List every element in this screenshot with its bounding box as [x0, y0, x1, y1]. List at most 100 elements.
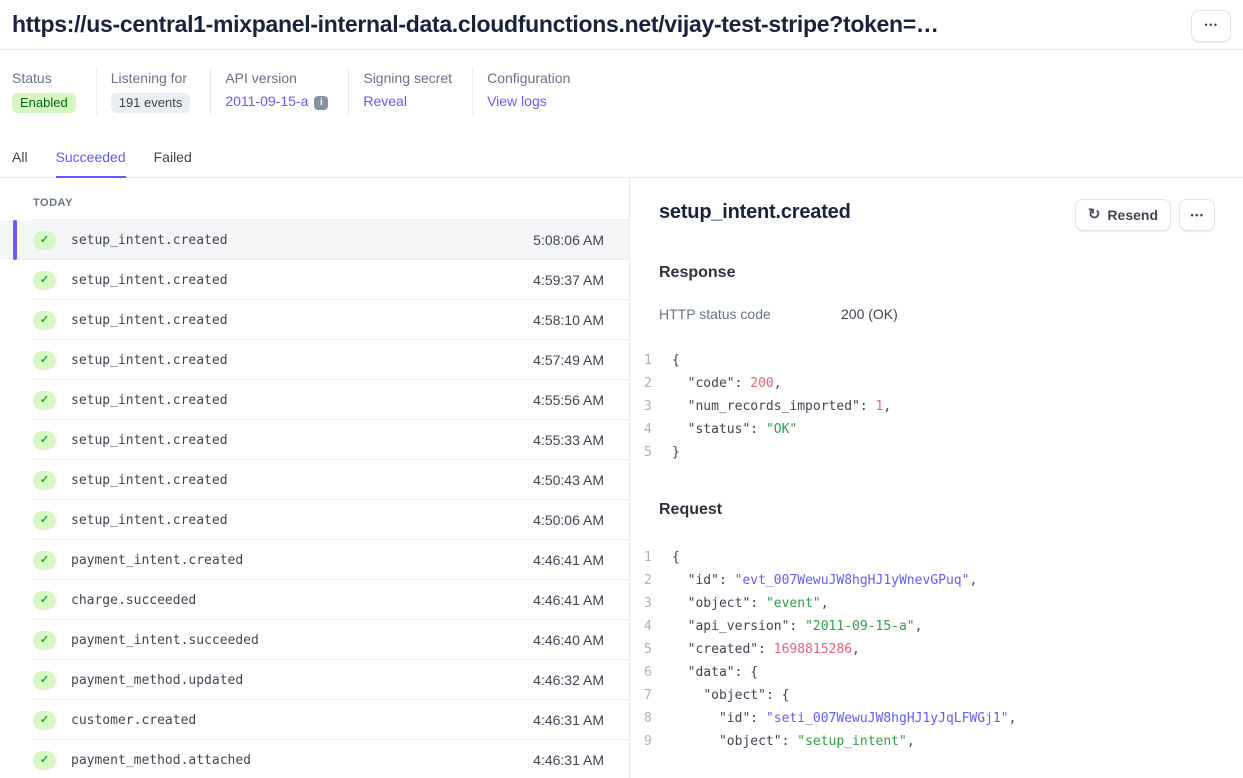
line-number: 5: [644, 638, 658, 661]
events-count-badge: 191 events: [111, 93, 191, 113]
code-line: 5}: [644, 441, 1215, 464]
event-type: payment_intent.succeeded: [71, 633, 259, 648]
line-number: 2: [644, 372, 658, 395]
line-number: 9: [644, 730, 658, 753]
event-type: setup_intent.created: [71, 433, 228, 448]
check-glyph: ✓: [40, 515, 49, 526]
code-line: 4 "api_version": "2011-09-15-a",: [644, 615, 1215, 638]
group-header-label: TODAY: [33, 197, 73, 209]
resend-button[interactable]: ↻ Resend: [1075, 199, 1171, 231]
success-check-icon: ✓: [33, 231, 56, 250]
event-row[interactable]: ✓ customer.created 4:46:31 AM: [0, 700, 629, 740]
response-code-block: 1{2 "code": 200,3 "num_records_imported"…: [644, 349, 1215, 464]
line-number: 6: [644, 661, 658, 684]
line-number: 4: [644, 615, 658, 638]
event-filter-tabs: All Succeeded Failed: [0, 149, 1243, 178]
main-content: TODAY ✓ setup_intent.created 5:08:06 AM …: [0, 178, 1243, 778]
code-line: 8 "id": "seti_007WewuJW8hgHJ1yJqLFWGj1",: [644, 707, 1215, 730]
status-bar: Status Enabled Listening for 191 events …: [12, 68, 1243, 115]
event-row[interactable]: ✓ setup_intent.created 4:50:43 AM: [0, 460, 629, 500]
code-line: 2 "id": "evt_007WewuJW8hgHJ1yWnevGPuq",: [644, 569, 1215, 592]
event-type: payment_intent.created: [71, 553, 243, 568]
code-line: 4 "status": "OK": [644, 418, 1215, 441]
check-glyph: ✓: [40, 715, 49, 726]
check-glyph: ✓: [40, 435, 49, 446]
page-header: https://us-central1-mixpanel-internal-da…: [0, 0, 1243, 50]
status-cell-configuration: Configuration View logs: [472, 68, 590, 115]
configuration-label: Configuration: [487, 70, 570, 86]
success-check-icon: ✓: [33, 391, 56, 410]
success-check-icon: ✓: [33, 551, 56, 570]
success-check-icon: ✓: [33, 751, 56, 770]
listening-for-label: Listening for: [111, 70, 191, 86]
status-cell-listening: Listening for 191 events: [96, 68, 211, 115]
line-number: 1: [644, 349, 658, 372]
event-row[interactable]: ✓ setup_intent.created 4:50:06 AM: [0, 500, 629, 540]
event-row[interactable]: ✓ setup_intent.created 4:59:37 AM: [0, 260, 629, 300]
event-time: 4:58:10 AM: [533, 312, 604, 328]
status-cell-api-version: API version 2011-09-15-a i: [210, 68, 348, 115]
event-row[interactable]: ✓ setup_intent.created 5:08:06 AM: [0, 220, 629, 260]
code-line: 1{: [644, 546, 1215, 569]
event-list-pane: TODAY ✓ setup_intent.created 5:08:06 AM …: [0, 178, 630, 778]
event-row[interactable]: ✓ setup_intent.created 4:55:33 AM: [0, 420, 629, 460]
success-check-icon: ✓: [33, 311, 56, 330]
event-row[interactable]: ✓ payment_method.updated 4:46:32 AM: [0, 660, 629, 700]
request-section-heading: Request: [659, 501, 1215, 519]
event-time: 4:46:40 AM: [533, 632, 604, 648]
event-type: setup_intent.created: [71, 513, 228, 528]
check-glyph: ✓: [40, 635, 49, 646]
status-label: Status: [12, 70, 76, 86]
reveal-secret-link[interactable]: Reveal: [363, 93, 407, 109]
view-logs-link[interactable]: View logs: [487, 93, 547, 109]
event-row[interactable]: ✓ payment_method.attached 4:46:31 AM: [0, 740, 629, 778]
webhook-endpoint-page: https://us-central1-mixpanel-internal-da…: [0, 0, 1243, 778]
api-version-label: API version: [225, 70, 328, 86]
event-time: 4:46:31 AM: [533, 712, 604, 728]
resend-icon: ↻: [1088, 207, 1101, 222]
event-type: setup_intent.created: [71, 233, 228, 248]
response-section-heading: Response: [659, 264, 1215, 282]
code-line: 7 "object": {: [644, 684, 1215, 707]
check-glyph: ✓: [40, 395, 49, 406]
event-time: 4:46:41 AM: [533, 552, 604, 568]
event-row[interactable]: ✓ setup_intent.created 4:58:10 AM: [0, 300, 629, 340]
detail-more-button[interactable]: •••: [1179, 199, 1215, 231]
event-type: setup_intent.created: [71, 393, 228, 408]
code-line: 3 "num_records_imported": 1,: [644, 395, 1215, 418]
tab-failed[interactable]: Failed: [154, 149, 192, 178]
event-type: setup_intent.created: [71, 273, 228, 288]
event-row[interactable]: ✓ payment_intent.created 4:46:41 AM: [0, 540, 629, 580]
success-check-icon: ✓: [33, 271, 56, 290]
check-glyph: ✓: [40, 675, 49, 686]
code-line: 9 "object": "setup_intent",: [644, 730, 1215, 753]
tab-succeeded[interactable]: Succeeded: [56, 149, 126, 178]
info-icon[interactable]: i: [314, 96, 328, 110]
ellipsis-icon: •••: [1204, 21, 1219, 30]
detail-actions: ↻ Resend •••: [1075, 199, 1215, 231]
event-time: 4:50:43 AM: [533, 472, 604, 488]
event-row[interactable]: ✓ charge.succeeded 4:46:41 AM: [0, 580, 629, 620]
line-number: 4: [644, 418, 658, 441]
check-glyph: ✓: [40, 315, 49, 326]
api-version-link[interactable]: 2011-09-15-a: [225, 93, 308, 109]
event-row[interactable]: ✓ setup_intent.created 4:57:49 AM: [0, 340, 629, 380]
event-row[interactable]: ✓ payment_intent.succeeded 4:46:40 AM: [0, 620, 629, 660]
detail-header: setup_intent.created ↻ Resend •••: [659, 199, 1215, 231]
code-line: 3 "object": "event",: [644, 592, 1215, 615]
request-code-block: 1{2 "id": "evt_007WewuJW8hgHJ1yWnevGPuq"…: [644, 546, 1215, 753]
signing-secret-label: Signing secret: [363, 70, 452, 86]
check-glyph: ✓: [40, 555, 49, 566]
tab-all[interactable]: All: [12, 149, 28, 178]
event-row[interactable]: ✓ setup_intent.created 4:55:56 AM: [0, 380, 629, 420]
check-glyph: ✓: [40, 755, 49, 766]
event-type: payment_method.updated: [71, 673, 243, 688]
success-check-icon: ✓: [33, 711, 56, 730]
event-type: setup_intent.created: [71, 473, 228, 488]
header-more-button[interactable]: •••: [1191, 10, 1231, 42]
event-time: 4:59:37 AM: [533, 272, 604, 288]
event-detail-pane: setup_intent.created ↻ Resend ••• Respon…: [630, 178, 1243, 778]
event-time: 4:55:33 AM: [533, 432, 604, 448]
status-cell-signing-secret: Signing secret Reveal: [348, 68, 472, 115]
event-type: payment_method.attached: [71, 753, 251, 768]
